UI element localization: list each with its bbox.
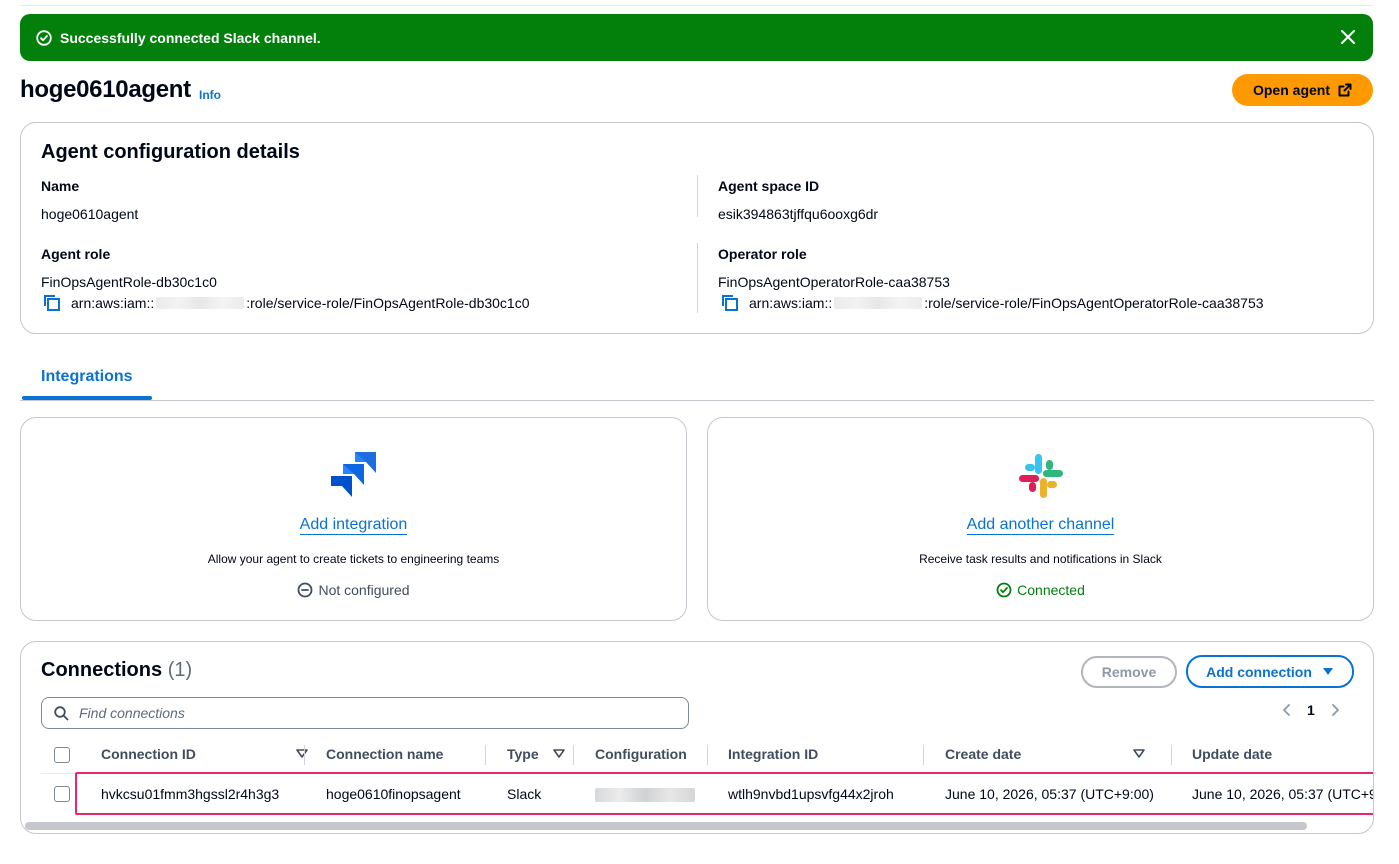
column-resizer[interactable] xyxy=(923,745,924,765)
success-flashbar: Successfully connected Slack channel. xyxy=(20,14,1373,61)
open-agent-button[interactable]: Open agent xyxy=(1232,74,1373,106)
sort-icon[interactable] xyxy=(1133,749,1146,759)
add-another-channel-link[interactable]: Add another channel xyxy=(966,516,1115,535)
tab-divider xyxy=(20,400,1374,401)
col-header-update-date[interactable]: Update date xyxy=(1192,746,1272,762)
close-icon[interactable] xyxy=(1339,28,1357,46)
page-title: hoge0610agent xyxy=(20,76,191,103)
col-label: Create date xyxy=(945,746,1022,762)
redacted-account-id xyxy=(156,297,245,309)
col-header-configuration[interactable]: Configuration xyxy=(595,746,687,762)
caret-down-icon xyxy=(1322,667,1334,677)
agent-role-arn-prefix: arn:aws:iam:: xyxy=(71,295,155,311)
sort-icon[interactable] xyxy=(296,749,308,759)
col-label: Connection ID xyxy=(101,746,196,762)
operator-role-arn-suffix: :role/service-role/FinOpsAgentOperatorRo… xyxy=(924,295,1264,311)
connections-count: (1) xyxy=(167,659,193,681)
config-heading: Agent configuration details xyxy=(41,141,300,163)
integration-status: Connected xyxy=(708,582,1373,598)
integration-status: Not configured xyxy=(21,582,686,598)
cell-connection-id: hvkcsu01fmm3hgssl2r4h3g3 xyxy=(101,786,280,802)
name-value: hoge0610agent xyxy=(41,206,139,222)
agent-role-arn-suffix: :role/service-role/FinOpsAgentRole-db30c… xyxy=(246,295,530,311)
external-link-icon xyxy=(1338,83,1352,97)
operator-role-value: FinOpsAgentOperatorRole-caa38753 xyxy=(718,274,950,290)
row-checkbox[interactable] xyxy=(54,786,70,802)
cell-integration-id: wtlh9nvbd1upsvfg44x2jroh xyxy=(728,786,894,802)
sort-icon[interactable] xyxy=(552,749,565,759)
connections-container: Connections (1) Remove Add connection 1 … xyxy=(20,641,1374,834)
agent-role-value: FinOpsAgentRole-db30c1c0 xyxy=(41,274,217,290)
col-label: Type xyxy=(507,746,539,762)
agent-role-arn: arn:aws:iam:: :role/service-role/FinOpsA… xyxy=(43,294,530,312)
chevron-left-icon[interactable] xyxy=(1281,703,1293,717)
remove-button[interactable]: Remove xyxy=(1081,656,1177,688)
tab-integrations[interactable]: Integrations xyxy=(22,361,152,401)
jira-integration-card: Add integration Allow your agent to crea… xyxy=(20,417,687,621)
info-link[interactable]: Info xyxy=(199,88,221,102)
copy-icon[interactable] xyxy=(43,294,61,312)
col-header-connection-name[interactable]: Connection name xyxy=(326,746,443,762)
name-label: Name xyxy=(41,178,80,194)
search-icon xyxy=(54,705,69,721)
top-divider xyxy=(20,5,1373,6)
cell-configuration xyxy=(595,786,695,803)
search-input[interactable] xyxy=(79,705,659,721)
cell-create-date: June 10, 2026, 05:37 (UTC+9:00) xyxy=(945,786,1154,802)
column-resizer[interactable] xyxy=(304,745,305,765)
cell-type: Slack xyxy=(507,786,542,802)
column-divider xyxy=(697,243,698,313)
status-text: Not configured xyxy=(318,582,410,598)
integration-description: Receive task results and notifications i… xyxy=(919,552,1162,566)
col-header-create-date[interactable]: Create date xyxy=(945,746,1146,762)
jira-icon xyxy=(328,450,380,502)
col-header-integration-id[interactable]: Integration ID xyxy=(728,746,818,762)
redacted-account-id xyxy=(834,297,923,309)
search-field[interactable] xyxy=(41,697,689,729)
add-connection-button[interactable]: Add connection xyxy=(1186,655,1354,688)
col-header-type[interactable]: Type xyxy=(507,746,565,762)
redacted-configuration xyxy=(595,788,695,803)
status-text: Connected xyxy=(1017,582,1085,598)
integration-description: Allow your agent to create tickets to en… xyxy=(207,552,500,566)
select-all-checkbox[interactable] xyxy=(54,747,70,763)
col-header-connection-id[interactable]: Connection ID xyxy=(101,746,308,762)
column-divider xyxy=(697,175,698,217)
agent-space-id-label: Agent space ID xyxy=(718,178,820,194)
add-connection-label: Add connection xyxy=(1206,663,1312,680)
connections-heading: Connections (1) xyxy=(41,659,192,682)
operator-role-label: Operator role xyxy=(718,246,807,262)
operator-role-arn: arn:aws:iam:: :role/service-role/FinOpsA… xyxy=(721,294,1264,312)
slack-integration-card: Add another channel Receive task results… xyxy=(707,417,1374,621)
success-check-icon xyxy=(36,29,52,46)
chevron-right-icon[interactable] xyxy=(1329,703,1341,717)
header-divider xyxy=(41,773,1373,774)
cell-connection-name: hoge0610finopsagent xyxy=(326,786,461,802)
horizontal-scrollbar[interactable] xyxy=(25,822,1307,830)
slack-icon xyxy=(1015,450,1067,502)
flash-message: Successfully connected Slack channel. xyxy=(60,29,321,46)
column-resizer[interactable] xyxy=(573,745,574,765)
connected-check-icon xyxy=(996,582,1012,598)
page-number[interactable]: 1 xyxy=(1307,702,1315,718)
operator-role-arn-prefix: arn:aws:iam:: xyxy=(749,295,833,311)
column-resizer[interactable] xyxy=(1171,745,1172,765)
agent-space-id-value: esik394863tjffqu6ooxg6dr xyxy=(718,206,879,222)
copy-icon[interactable] xyxy=(721,294,739,312)
add-integration-link[interactable]: Add integration xyxy=(299,516,408,535)
pagination: 1 xyxy=(1281,702,1341,718)
open-agent-label: Open agent xyxy=(1252,82,1330,98)
connections-title: Connections xyxy=(41,659,163,681)
column-resizer[interactable] xyxy=(707,745,708,765)
agent-role-label: Agent role xyxy=(41,246,111,262)
column-resizer[interactable] xyxy=(485,745,486,765)
cell-update-date: June 10, 2026, 05:37 (UTC+9 xyxy=(1192,786,1374,802)
agent-config-container: Agent configuration details Name hoge061… xyxy=(20,122,1374,334)
not-configured-icon xyxy=(297,582,313,598)
